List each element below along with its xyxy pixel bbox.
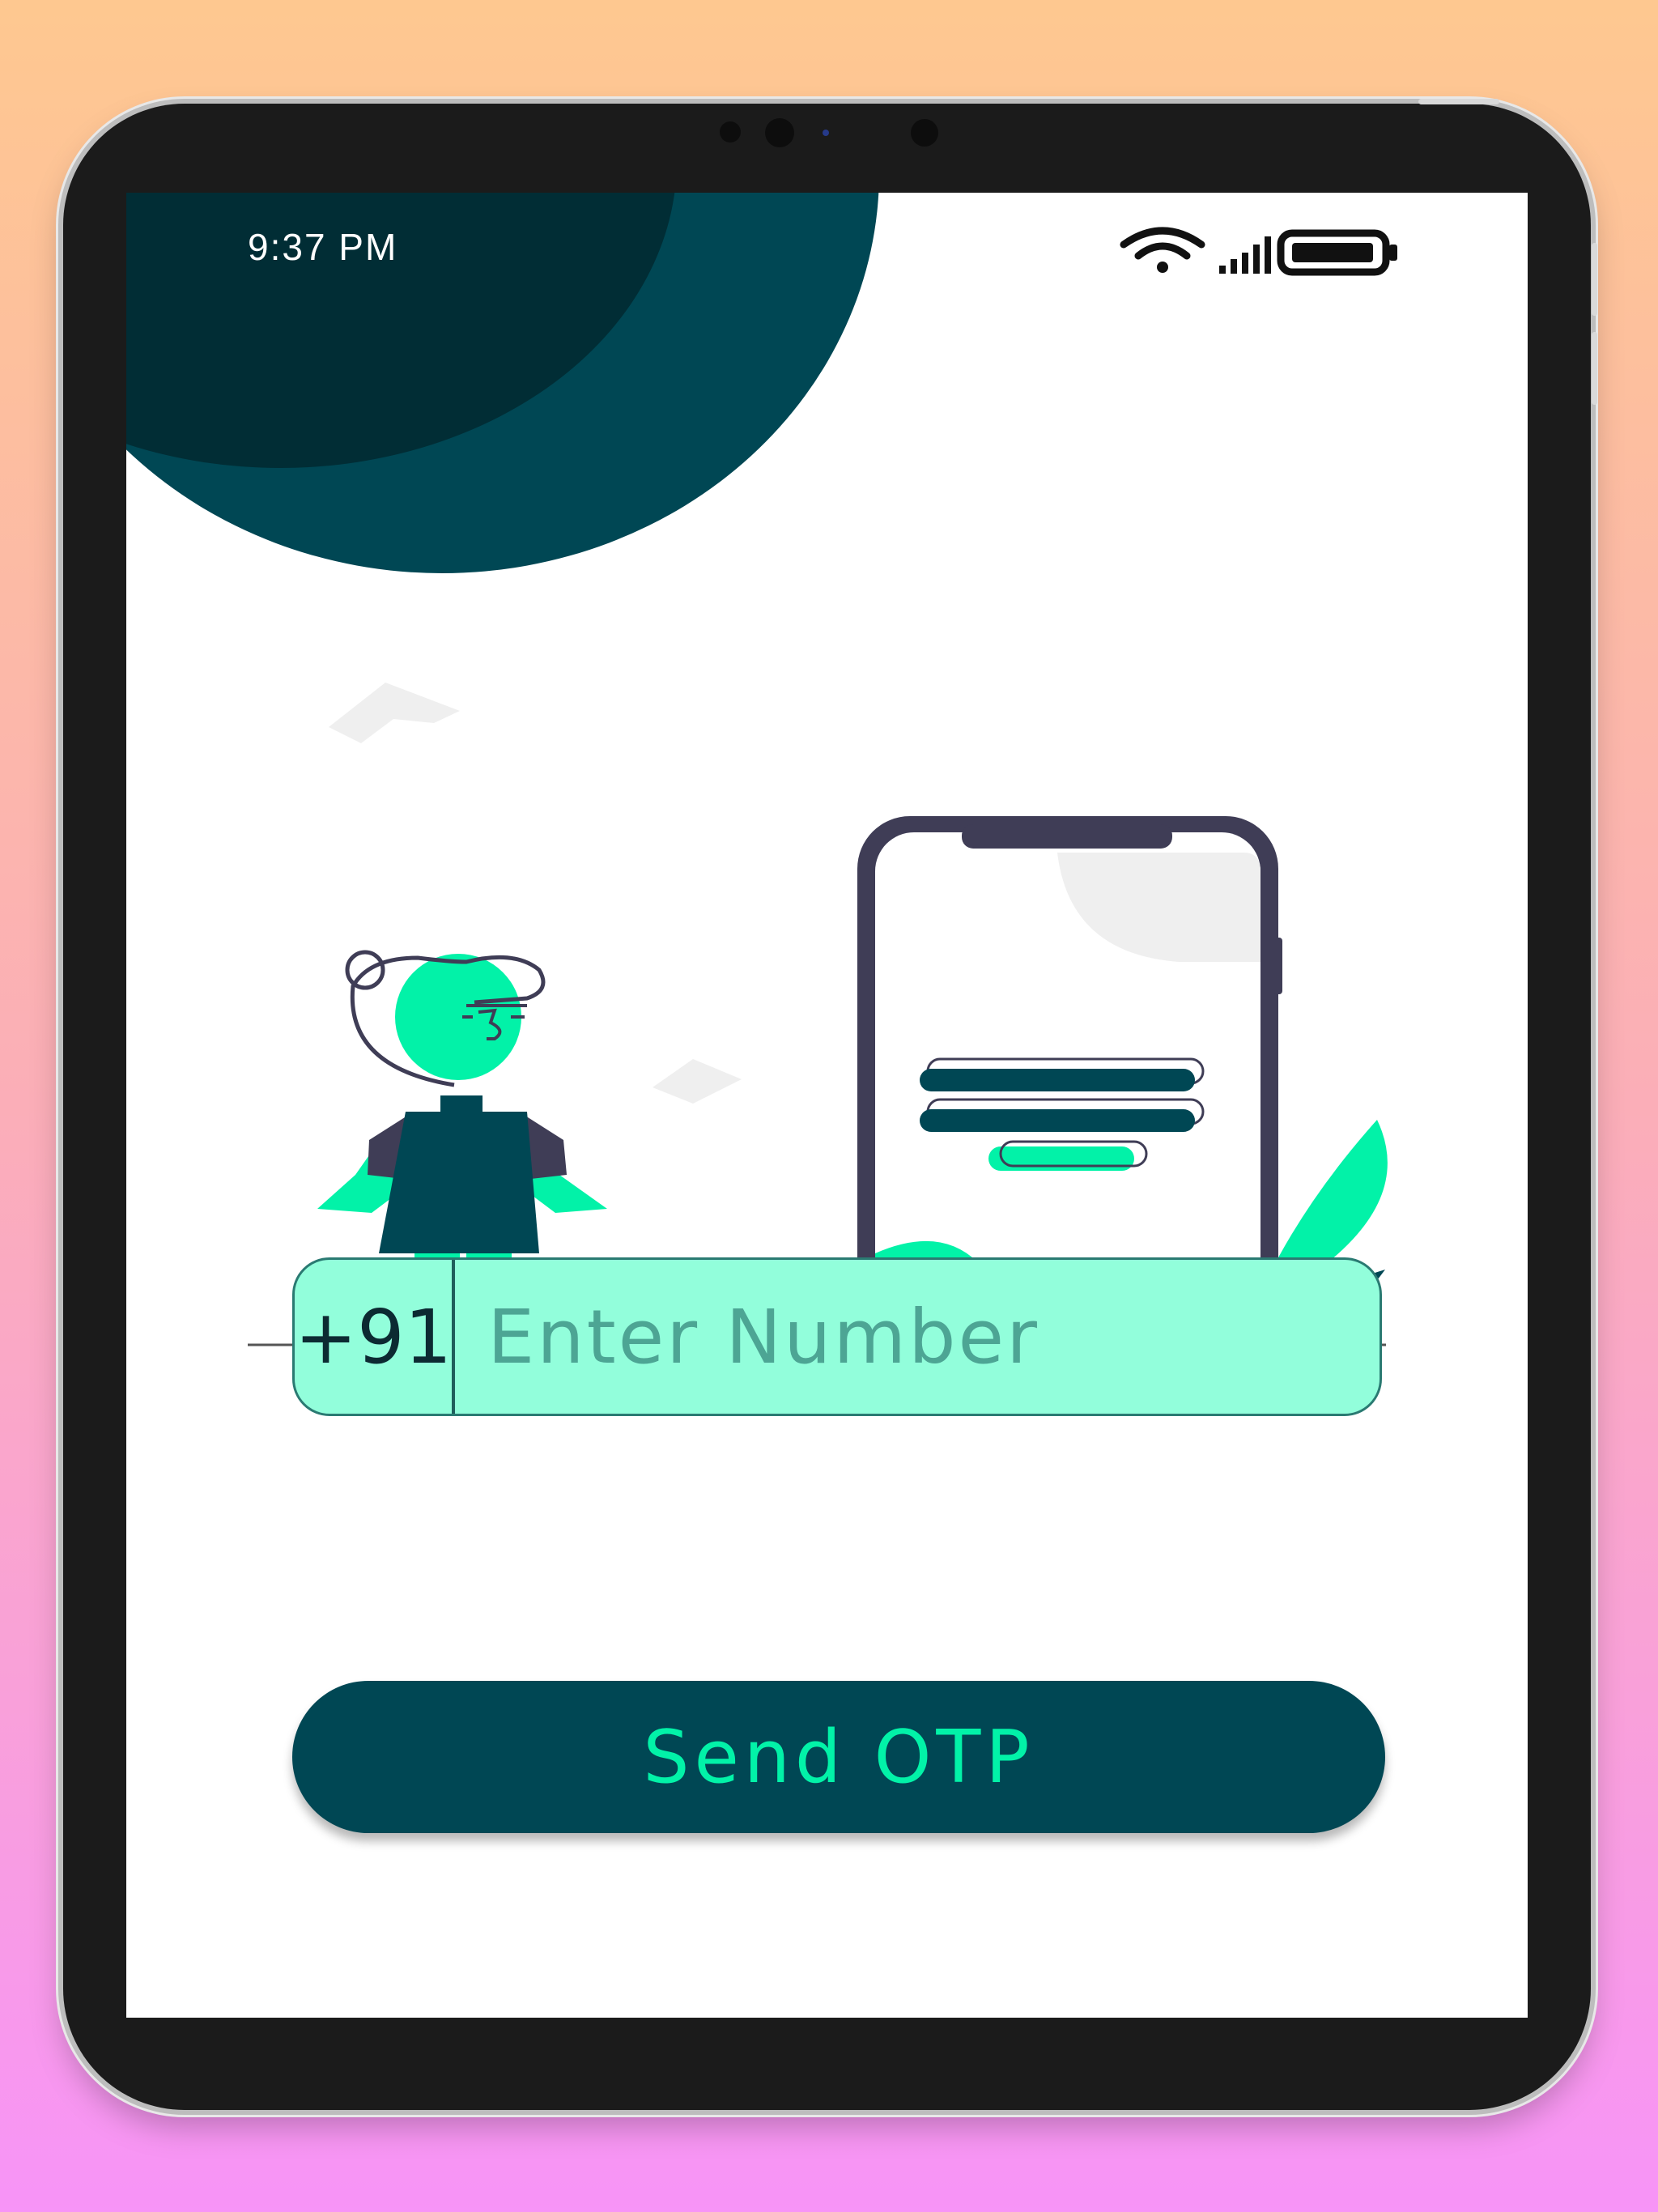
- status-icons: [1120, 227, 1397, 276]
- phone-number-input[interactable]: [455, 1260, 1421, 1414]
- send-otp-button[interactable]: Send OTP: [292, 1681, 1385, 1833]
- tablet-volume-down-button: [1592, 332, 1597, 405]
- status-time: 9:37 PM: [248, 226, 398, 268]
- tablet-volume-up-button: [1592, 243, 1597, 316]
- decorative-shape: [653, 1059, 742, 1104]
- battery-icon: [1277, 229, 1397, 276]
- signal-icon: [1219, 236, 1271, 274]
- tablet-top-button: [1418, 99, 1499, 104]
- country-code-label: +91: [295, 1260, 456, 1414]
- decorative-shape: [329, 683, 460, 743]
- camera-sensor: [911, 119, 938, 147]
- person-with-phone-illustration: [248, 683, 1388, 1346]
- wifi-icon: [1120, 227, 1205, 273]
- camera-lens: [765, 118, 794, 147]
- phone-number-field[interactable]: +91: [292, 1257, 1421, 1416]
- camera-indicator: [823, 130, 829, 136]
- camera-sensor: [720, 121, 741, 143]
